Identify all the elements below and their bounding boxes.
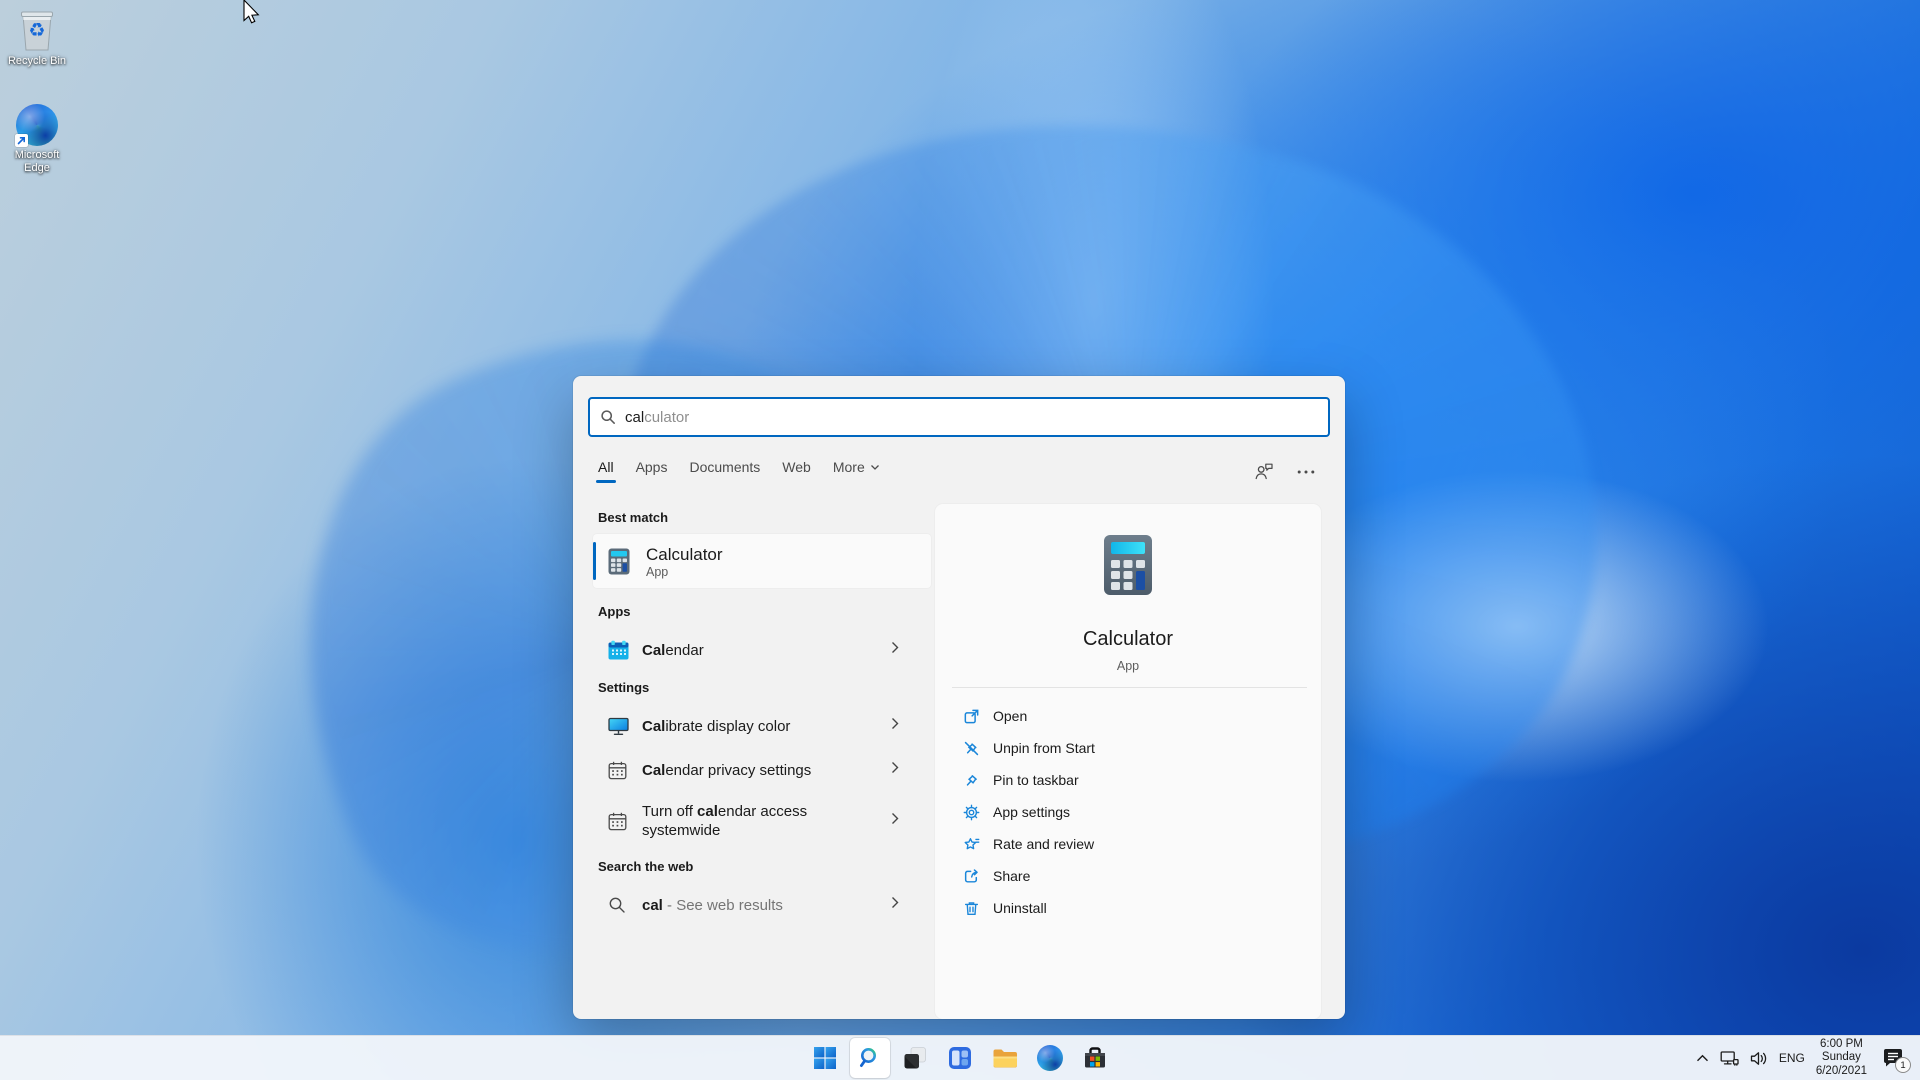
search-typed-text: cal	[625, 409, 644, 426]
result-label: Calibrate display color	[642, 717, 790, 736]
tab-more[interactable]: More	[833, 459, 880, 483]
selection-accent-bar	[593, 542, 596, 580]
chevron-right-icon	[891, 896, 899, 914]
chevron-right-icon	[891, 761, 899, 779]
taskbar: ENG 6:00 PM Sunday 6/20/2021 1	[0, 1035, 1920, 1080]
action-unpin-from-start[interactable]: Unpin from Start	[935, 732, 1321, 764]
action-share[interactable]: Share	[935, 860, 1321, 892]
preview-title: Calculator	[935, 628, 1321, 651]
desktop-wallpaper: ♻ Recycle Bin Microsoft Edge calculator …	[0, 0, 1920, 1080]
open-icon	[963, 708, 980, 725]
result-label: Calendar privacy settings	[642, 761, 811, 780]
search-icon	[608, 896, 642, 914]
result-best-match-calculator[interactable]: Calculator App	[593, 534, 931, 588]
apps-header: Apps	[598, 604, 631, 619]
clock-day: Sunday	[1816, 1051, 1867, 1064]
preview-actions: Open Unpin from Start Pin to taskbar App…	[935, 700, 1321, 924]
language-indicator[interactable]: ENG	[1779, 1051, 1805, 1065]
best-match-header: Best match	[598, 510, 668, 525]
result-setting-calendar-privacy[interactable]: Calendar privacy settings	[593, 748, 931, 792]
task-view-button[interactable]	[895, 1038, 935, 1078]
shortcut-arrow-icon	[15, 134, 28, 147]
trash-icon	[963, 900, 980, 917]
widgets-icon	[947, 1045, 973, 1071]
calendar-outline-icon	[608, 812, 642, 831]
unpin-icon	[963, 740, 980, 757]
best-match-title: Calculator	[646, 544, 723, 565]
preview-pane: Calculator App Open Unpin from Start	[935, 504, 1321, 1019]
task-view-icon	[902, 1045, 928, 1071]
more-options-icon[interactable]	[1297, 469, 1315, 475]
hidden-icons-chevron[interactable]	[1696, 1054, 1709, 1063]
file-explorer-button[interactable]	[985, 1038, 1025, 1078]
desktop-icon-microsoft-edge[interactable]: Microsoft Edge	[5, 104, 69, 174]
clock-time: 6:00 PM	[1816, 1038, 1867, 1051]
windows-logo-icon	[813, 1046, 837, 1070]
tab-all[interactable]: All	[598, 459, 614, 483]
star-icon	[963, 836, 980, 853]
desktop-icon-recycle-bin[interactable]: ♻ Recycle Bin	[5, 7, 69, 68]
network-icon[interactable]	[1720, 1050, 1739, 1067]
start-button[interactable]	[805, 1038, 845, 1078]
best-match-type: App	[646, 565, 723, 579]
calculator-app-icon	[608, 548, 642, 575]
file-explorer-icon	[992, 1046, 1019, 1070]
mouse-cursor	[243, 0, 263, 26]
edge-button[interactable]	[1030, 1038, 1070, 1078]
search-input[interactable]: calculator	[588, 397, 1330, 437]
search-filter-tabs: All Apps Documents Web More	[598, 459, 880, 483]
result-label: cal - See web results	[642, 896, 783, 915]
result-app-calendar[interactable]: Calendar	[593, 628, 931, 672]
calendar-outline-icon	[608, 761, 642, 780]
preview-type: App	[935, 659, 1321, 673]
recycle-bin-label: Recycle Bin	[8, 55, 66, 68]
notification-count-badge: 1	[1895, 1057, 1911, 1073]
preview-divider	[952, 687, 1307, 688]
store-icon	[1082, 1045, 1108, 1071]
search-button[interactable]	[850, 1038, 890, 1078]
chevron-down-icon	[870, 464, 880, 471]
chevron-right-icon	[891, 641, 899, 659]
edge-icon	[16, 104, 58, 146]
store-button[interactable]	[1075, 1038, 1115, 1078]
system-tray: ENG 6:00 PM Sunday 6/20/2021 1	[1696, 1036, 1920, 1080]
result-label: Turn off calendar access systemwide	[642, 802, 852, 840]
result-setting-calibrate-display[interactable]: Calibrate display color	[593, 704, 931, 748]
share-icon	[963, 868, 980, 885]
search-flyout-panel: calculator All Apps Documents Web More B…	[573, 376, 1345, 1019]
account-feedback-icon[interactable]	[1254, 462, 1275, 481]
settings-header: Settings	[598, 680, 649, 695]
calendar-app-icon	[608, 640, 642, 660]
edge-icon	[1037, 1045, 1063, 1071]
result-web-search[interactable]: cal - See web results	[593, 883, 931, 927]
search-the-web-header: Search the web	[598, 859, 693, 874]
result-label: Calendar	[642, 641, 704, 660]
tab-web[interactable]: Web	[782, 459, 811, 483]
display-icon	[608, 717, 642, 736]
tab-documents[interactable]: Documents	[689, 459, 760, 483]
action-open[interactable]: Open	[935, 700, 1321, 732]
chevron-up-icon	[1696, 1054, 1709, 1063]
action-app-settings[interactable]: App settings	[935, 796, 1321, 828]
chevron-right-icon	[891, 717, 899, 735]
calculator-app-icon-large	[1103, 534, 1153, 601]
recycle-bin-icon: ♻	[17, 7, 57, 52]
notification-center-button[interactable]: 1	[1878, 1043, 1908, 1073]
pin-icon	[963, 772, 980, 789]
action-uninstall[interactable]: Uninstall	[935, 892, 1321, 924]
clock-date: 6/20/2021	[1816, 1065, 1867, 1078]
gear-icon	[963, 804, 980, 821]
action-pin-to-taskbar[interactable]: Pin to taskbar	[935, 764, 1321, 796]
search-icon	[858, 1046, 882, 1070]
action-rate-and-review[interactable]: Rate and review	[935, 828, 1321, 860]
tab-apps[interactable]: Apps	[636, 459, 668, 483]
search-suggestion-text: culator	[644, 409, 689, 426]
search-icon	[600, 409, 616, 425]
clock[interactable]: 6:00 PM Sunday 6/20/2021	[1816, 1038, 1867, 1078]
volume-icon[interactable]	[1750, 1051, 1768, 1066]
chevron-right-icon	[891, 812, 899, 830]
result-setting-turn-off-calendar-access[interactable]: Turn off calendar access systemwide	[593, 792, 931, 850]
edge-label: Microsoft Edge	[6, 149, 68, 174]
widgets-button[interactable]	[940, 1038, 980, 1078]
